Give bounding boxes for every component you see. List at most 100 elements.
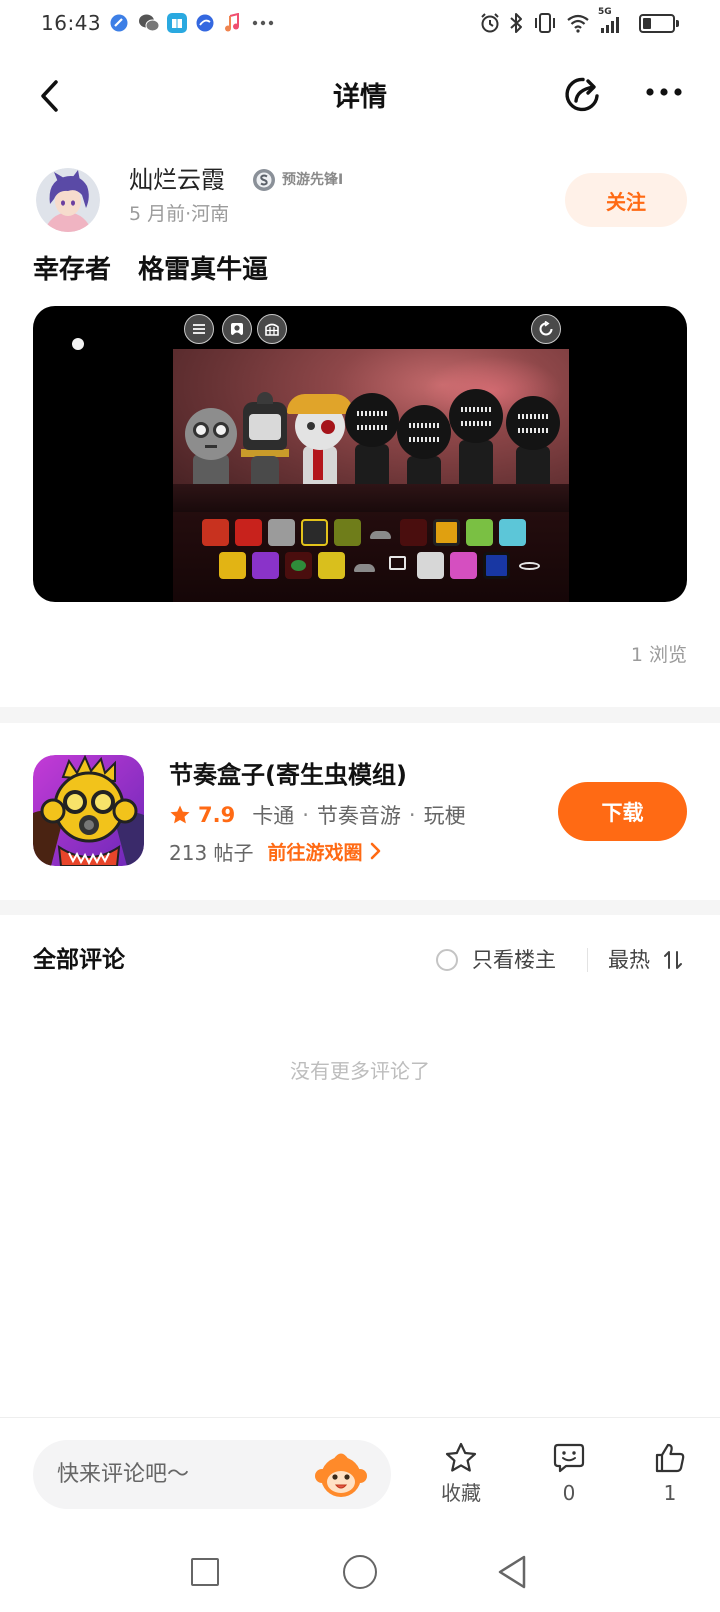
author-name[interactable]: 灿烂云霞 <box>129 164 225 196</box>
app-icon <box>110 14 128 32</box>
post-time-location: 5 月前·河南 <box>129 203 230 225</box>
comment-count: 0 <box>562 1481 576 1505</box>
tray-slot <box>516 552 543 579</box>
tray-slot <box>334 519 361 546</box>
reset-icon <box>531 314 561 344</box>
like-button[interactable]: 1 <box>630 1441 710 1506</box>
character-sprite <box>506 396 560 450</box>
tray-slot <box>433 519 460 546</box>
tray-slot <box>466 519 493 546</box>
more-icon <box>252 20 274 26</box>
tray-slot <box>252 552 279 579</box>
like-count: 1 <box>663 1481 677 1505</box>
character-sprite <box>287 394 353 414</box>
tray-slot <box>367 519 394 546</box>
thumbs-up-icon <box>653 1441 687 1475</box>
wechat-icon <box>138 13 160 33</box>
comment-input-pill[interactable] <box>33 1440 391 1509</box>
character-sprite <box>516 446 550 486</box>
chevron-left-icon <box>38 78 62 114</box>
alarm-icon <box>479 12 501 34</box>
bluetooth-icon <box>509 12 523 34</box>
tray-slot <box>285 552 312 579</box>
post-title: 幸存者 格雷真牛逼 <box>33 255 269 285</box>
tray-slot <box>384 552 411 579</box>
sound-tray-row <box>219 552 543 579</box>
game-post-count: 213 帖子 <box>169 840 254 865</box>
sound-tray-row <box>202 519 526 546</box>
app-icon <box>196 14 214 32</box>
game-circle-link[interactable]: 前往游戏圈 <box>268 838 363 865</box>
character-sprite <box>251 456 279 486</box>
character-sprite <box>459 440 493 486</box>
post-video[interactable] <box>33 306 687 602</box>
network-type-label: 5G <box>598 7 612 17</box>
character-sprite <box>449 389 503 443</box>
badge-icon <box>252 168 276 192</box>
back-icon[interactable] <box>496 1554 528 1590</box>
owner-only-label[interactable]: 只看楼主 <box>472 946 556 974</box>
tag-separator: · <box>408 803 416 827</box>
favorite-label: 收藏 <box>441 1481 481 1505</box>
section-divider <box>0 707 720 723</box>
no-more-comments: 没有更多评论了 <box>290 1059 430 1083</box>
game-tag: 卡通 <box>252 804 295 828</box>
tray-slot <box>499 519 526 546</box>
tag-separator: · <box>302 803 309 827</box>
section-divider <box>0 900 720 915</box>
recent-apps-icon[interactable] <box>191 1558 219 1586</box>
game-floor <box>173 484 569 512</box>
video-indicator-dot <box>72 338 84 350</box>
favorite-button[interactable]: 收藏 <box>421 1441 501 1506</box>
game-name[interactable]: 节奏盒子(寄生虫模组) <box>169 759 407 791</box>
battery-level <box>643 18 652 29</box>
comment-button[interactable]: 0 <box>529 1441 609 1506</box>
tray-slot <box>301 519 328 546</box>
author-avatar[interactable] <box>36 168 100 232</box>
tray-slot <box>235 519 262 546</box>
tray-slot <box>202 519 229 546</box>
sort-icon[interactable] <box>662 949 684 971</box>
battery-tip <box>676 20 679 27</box>
game-icon[interactable] <box>33 755 144 866</box>
character-sprite <box>355 444 389 486</box>
mascot-icon <box>314 1447 368 1501</box>
game-sub-row: 213 帖子 前往游戏圈 <box>169 838 381 865</box>
book-app-icon <box>167 13 187 33</box>
author-badge: 预游先锋I <box>282 172 344 188</box>
status-bar: 16:43 5G <box>0 0 720 48</box>
portrait-icon <box>222 314 252 344</box>
game-rating: 7.9 <box>198 803 236 827</box>
filter-divider <box>587 948 588 972</box>
tray-slot <box>351 552 378 579</box>
tray-slot <box>417 552 444 579</box>
comment-input[interactable] <box>57 1440 307 1509</box>
star-outline-icon <box>444 1441 478 1475</box>
follow-button[interactable]: 关注 <box>565 173 687 227</box>
comments-title: 全部评论 <box>33 947 125 973</box>
comment-icon <box>552 1441 586 1475</box>
wifi-icon <box>566 13 590 33</box>
home-icon[interactable] <box>343 1555 377 1589</box>
share-button[interactable] <box>563 74 603 114</box>
back-button[interactable] <box>30 74 70 118</box>
music-icon <box>223 13 241 33</box>
tray-slot <box>219 552 246 579</box>
vibrate-icon <box>533 12 557 34</box>
game-tag: 节奏音游 <box>316 804 401 828</box>
owner-only-radio[interactable] <box>436 949 458 971</box>
more-button[interactable] <box>643 80 685 104</box>
download-button[interactable]: 下载 <box>558 782 687 841</box>
tray-slot <box>318 552 345 579</box>
view-count: 1 浏览 <box>630 644 687 666</box>
share-icon <box>563 74 603 114</box>
tray-slot <box>400 519 427 546</box>
status-time: 16:43 <box>41 11 102 35</box>
chevron-right-icon[interactable] <box>369 842 381 860</box>
star-icon <box>169 804 191 826</box>
sort-hot-label[interactable]: 最热 <box>608 946 650 974</box>
menu-icon <box>184 314 214 344</box>
character-sprite <box>243 392 287 450</box>
game-tag: 玩梗 <box>423 804 466 828</box>
page-title: 详情 <box>333 82 387 113</box>
